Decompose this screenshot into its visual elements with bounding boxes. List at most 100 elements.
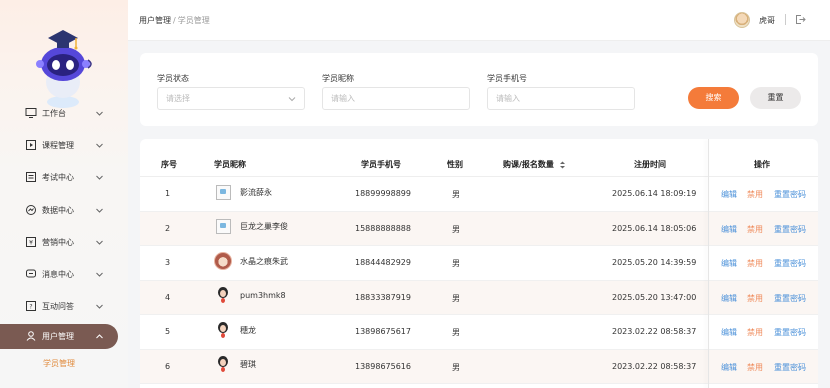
avatar xyxy=(214,183,232,201)
chevron-up-icon xyxy=(96,334,103,339)
nickname-cell: 碧琪 xyxy=(214,356,256,374)
sidebar-item-messages[interactable]: 消息中心 xyxy=(0,262,128,287)
sidebar-item-label: 考试中心 xyxy=(42,173,74,182)
user-name[interactable]: 虎哥 xyxy=(759,15,775,26)
reset-password-link[interactable]: 重置密码 xyxy=(774,189,806,200)
gender-text: 男 xyxy=(452,259,460,268)
chevron-down-icon xyxy=(96,175,103,180)
phone-text: 18844482929 xyxy=(355,258,411,267)
gender-text: 男 xyxy=(452,362,460,372)
chevron-down-icon xyxy=(96,111,103,116)
top-header: 用户管理 / 学员管理 虎哥 xyxy=(128,0,830,41)
sidebar-item-marketing[interactable]: ¥ 营销中心 xyxy=(0,230,128,255)
disable-link[interactable]: 禁用 xyxy=(747,224,763,235)
row-number: 3 xyxy=(165,258,171,267)
edit-link[interactable]: 编辑 xyxy=(721,258,737,269)
table-row: 6 碧琪 13898675616 男 2023.02.22 08:58:37 编辑 禁用 重置… xyxy=(140,349,818,384)
filter-label-status: 学员状态 xyxy=(157,74,189,83)
avatar xyxy=(214,287,232,305)
disable-link[interactable]: 禁用 xyxy=(747,189,763,200)
sidebar-item-data[interactable]: 数据中心 xyxy=(0,198,128,223)
phone-input[interactable]: 请输入 xyxy=(487,87,635,110)
row-number: 1 xyxy=(165,189,171,198)
sidebar-item-label: 用户管理 xyxy=(42,332,74,341)
nickname-text: pum3hmk8 xyxy=(240,291,286,300)
sidebar-item-label: 数据中心 xyxy=(42,206,74,215)
breadcrumb: 用户管理 / 学员管理 xyxy=(139,15,210,26)
search-button[interactable]: 搜索 xyxy=(688,87,739,109)
sidebar-item-courses[interactable]: 课程管理 xyxy=(0,133,128,158)
qa-icon: ? xyxy=(26,301,36,311)
column-header-label: 购课/报名数量 xyxy=(503,160,554,169)
breadcrumb-item[interactable]: 用户管理 xyxy=(139,16,171,25)
reset-password-link[interactable]: 重置密码 xyxy=(774,224,806,235)
phone-text: 13898675617 xyxy=(355,327,411,336)
registered-time-text: 2023.02.22 08:58:37 xyxy=(612,327,697,336)
column-header-course-count[interactable]: 购课/报名数量 xyxy=(503,159,566,170)
nickname-input[interactable]: 请输入 xyxy=(322,87,470,110)
gender-text: 男 xyxy=(452,293,460,303)
sidebar-item-label: 营销中心 xyxy=(42,238,74,247)
monitor-icon xyxy=(25,108,37,118)
reset-password-link[interactable]: 重置密码 xyxy=(774,293,806,304)
divider xyxy=(785,14,786,25)
chart-icon xyxy=(26,205,36,215)
gender-text: 男 xyxy=(452,190,460,199)
broken-image xyxy=(215,219,231,234)
sidebar-item-users[interactable]: 用户管理 xyxy=(0,324,118,349)
column-header-actions: 操作 xyxy=(754,160,770,169)
nickname-cell: pum3hmk8 xyxy=(214,287,286,305)
avatar[interactable] xyxy=(734,12,750,28)
table-row: 5 穗龙 13898675617 男 2023.02.22 08:58:37 编辑 禁用 重置… xyxy=(140,315,818,350)
logout-icon[interactable] xyxy=(795,14,806,25)
sidebar-item-label: 消息中心 xyxy=(42,270,74,279)
reset-password-link[interactable]: 重置密码 xyxy=(774,362,806,373)
disable-link[interactable]: 禁用 xyxy=(747,327,763,338)
chevron-down-icon xyxy=(96,272,103,277)
table-row: 1 影流薛永 18899998899 男 2025.06.14 18:09:19 编辑 禁用… xyxy=(140,177,818,212)
breadcrumb-current: 学员管理 xyxy=(177,16,210,25)
user-icon xyxy=(26,331,36,341)
status-select[interactable]: 请选择 xyxy=(157,87,305,110)
row-number: 2 xyxy=(165,223,171,233)
chevron-down-icon xyxy=(288,97,296,102)
column-header-no: 序号 xyxy=(161,160,177,169)
reset-password-link[interactable]: 重置密码 xyxy=(774,327,806,338)
table-row: 4 pum3hmk8 18833387919 男 2025.05.20 13:47:00… xyxy=(140,280,818,315)
phone-text: 15888888888 xyxy=(355,223,411,233)
chevron-down-icon xyxy=(96,208,103,213)
sidebar-subitem-students[interactable]: 学员管理 xyxy=(43,358,75,369)
chevron-down-icon xyxy=(96,143,103,148)
reset-password-link[interactable]: 重置密码 xyxy=(774,258,806,269)
phone-text: 13898675616 xyxy=(355,361,411,371)
reset-button[interactable]: 重置 xyxy=(750,87,801,109)
table-row: 2 巨龙之巢李俊 15888888888 男 2025.06.14 18:05:06 编辑… xyxy=(140,211,818,246)
marketing-icon: ¥ xyxy=(26,237,36,247)
avatar xyxy=(214,356,232,374)
row-number: 6 xyxy=(165,361,171,371)
registered-time-text: 2025.05.20 14:39:59 xyxy=(612,258,697,267)
phone-text: 18833387919 xyxy=(355,292,411,302)
row-number: 4 xyxy=(165,292,171,302)
avatar xyxy=(214,252,232,270)
sidebar-item-exams[interactable]: 考试中心 xyxy=(0,165,128,190)
disable-link[interactable]: 禁用 xyxy=(747,362,763,373)
sidebar-item-qa[interactable]: ? 互动问答 xyxy=(0,294,128,319)
breadcrumb-separator: / xyxy=(173,16,176,25)
disable-link[interactable]: 禁用 xyxy=(747,258,763,269)
edit-link[interactable]: 编辑 xyxy=(721,362,737,373)
sidebar-item-workbench[interactable]: 工作台 xyxy=(0,101,128,126)
edit-link[interactable]: 编辑 xyxy=(721,293,737,304)
nickname-text: 影流薛永 xyxy=(240,187,272,197)
broken-image xyxy=(215,184,231,200)
registered-time-text: 2025.05.20 13:47:00 xyxy=(612,292,697,302)
nickname-text: 穗龙 xyxy=(240,325,256,335)
edit-link[interactable]: 编辑 xyxy=(721,224,737,235)
svg-text:¥: ¥ xyxy=(29,240,33,247)
edit-link[interactable]: 编辑 xyxy=(721,189,737,200)
edit-link[interactable]: 编辑 xyxy=(721,327,737,338)
disable-link[interactable]: 禁用 xyxy=(747,293,763,304)
sort-icon[interactable] xyxy=(559,161,566,169)
robot-mascot-logo xyxy=(36,30,92,108)
gender-text: 男 xyxy=(452,328,460,337)
